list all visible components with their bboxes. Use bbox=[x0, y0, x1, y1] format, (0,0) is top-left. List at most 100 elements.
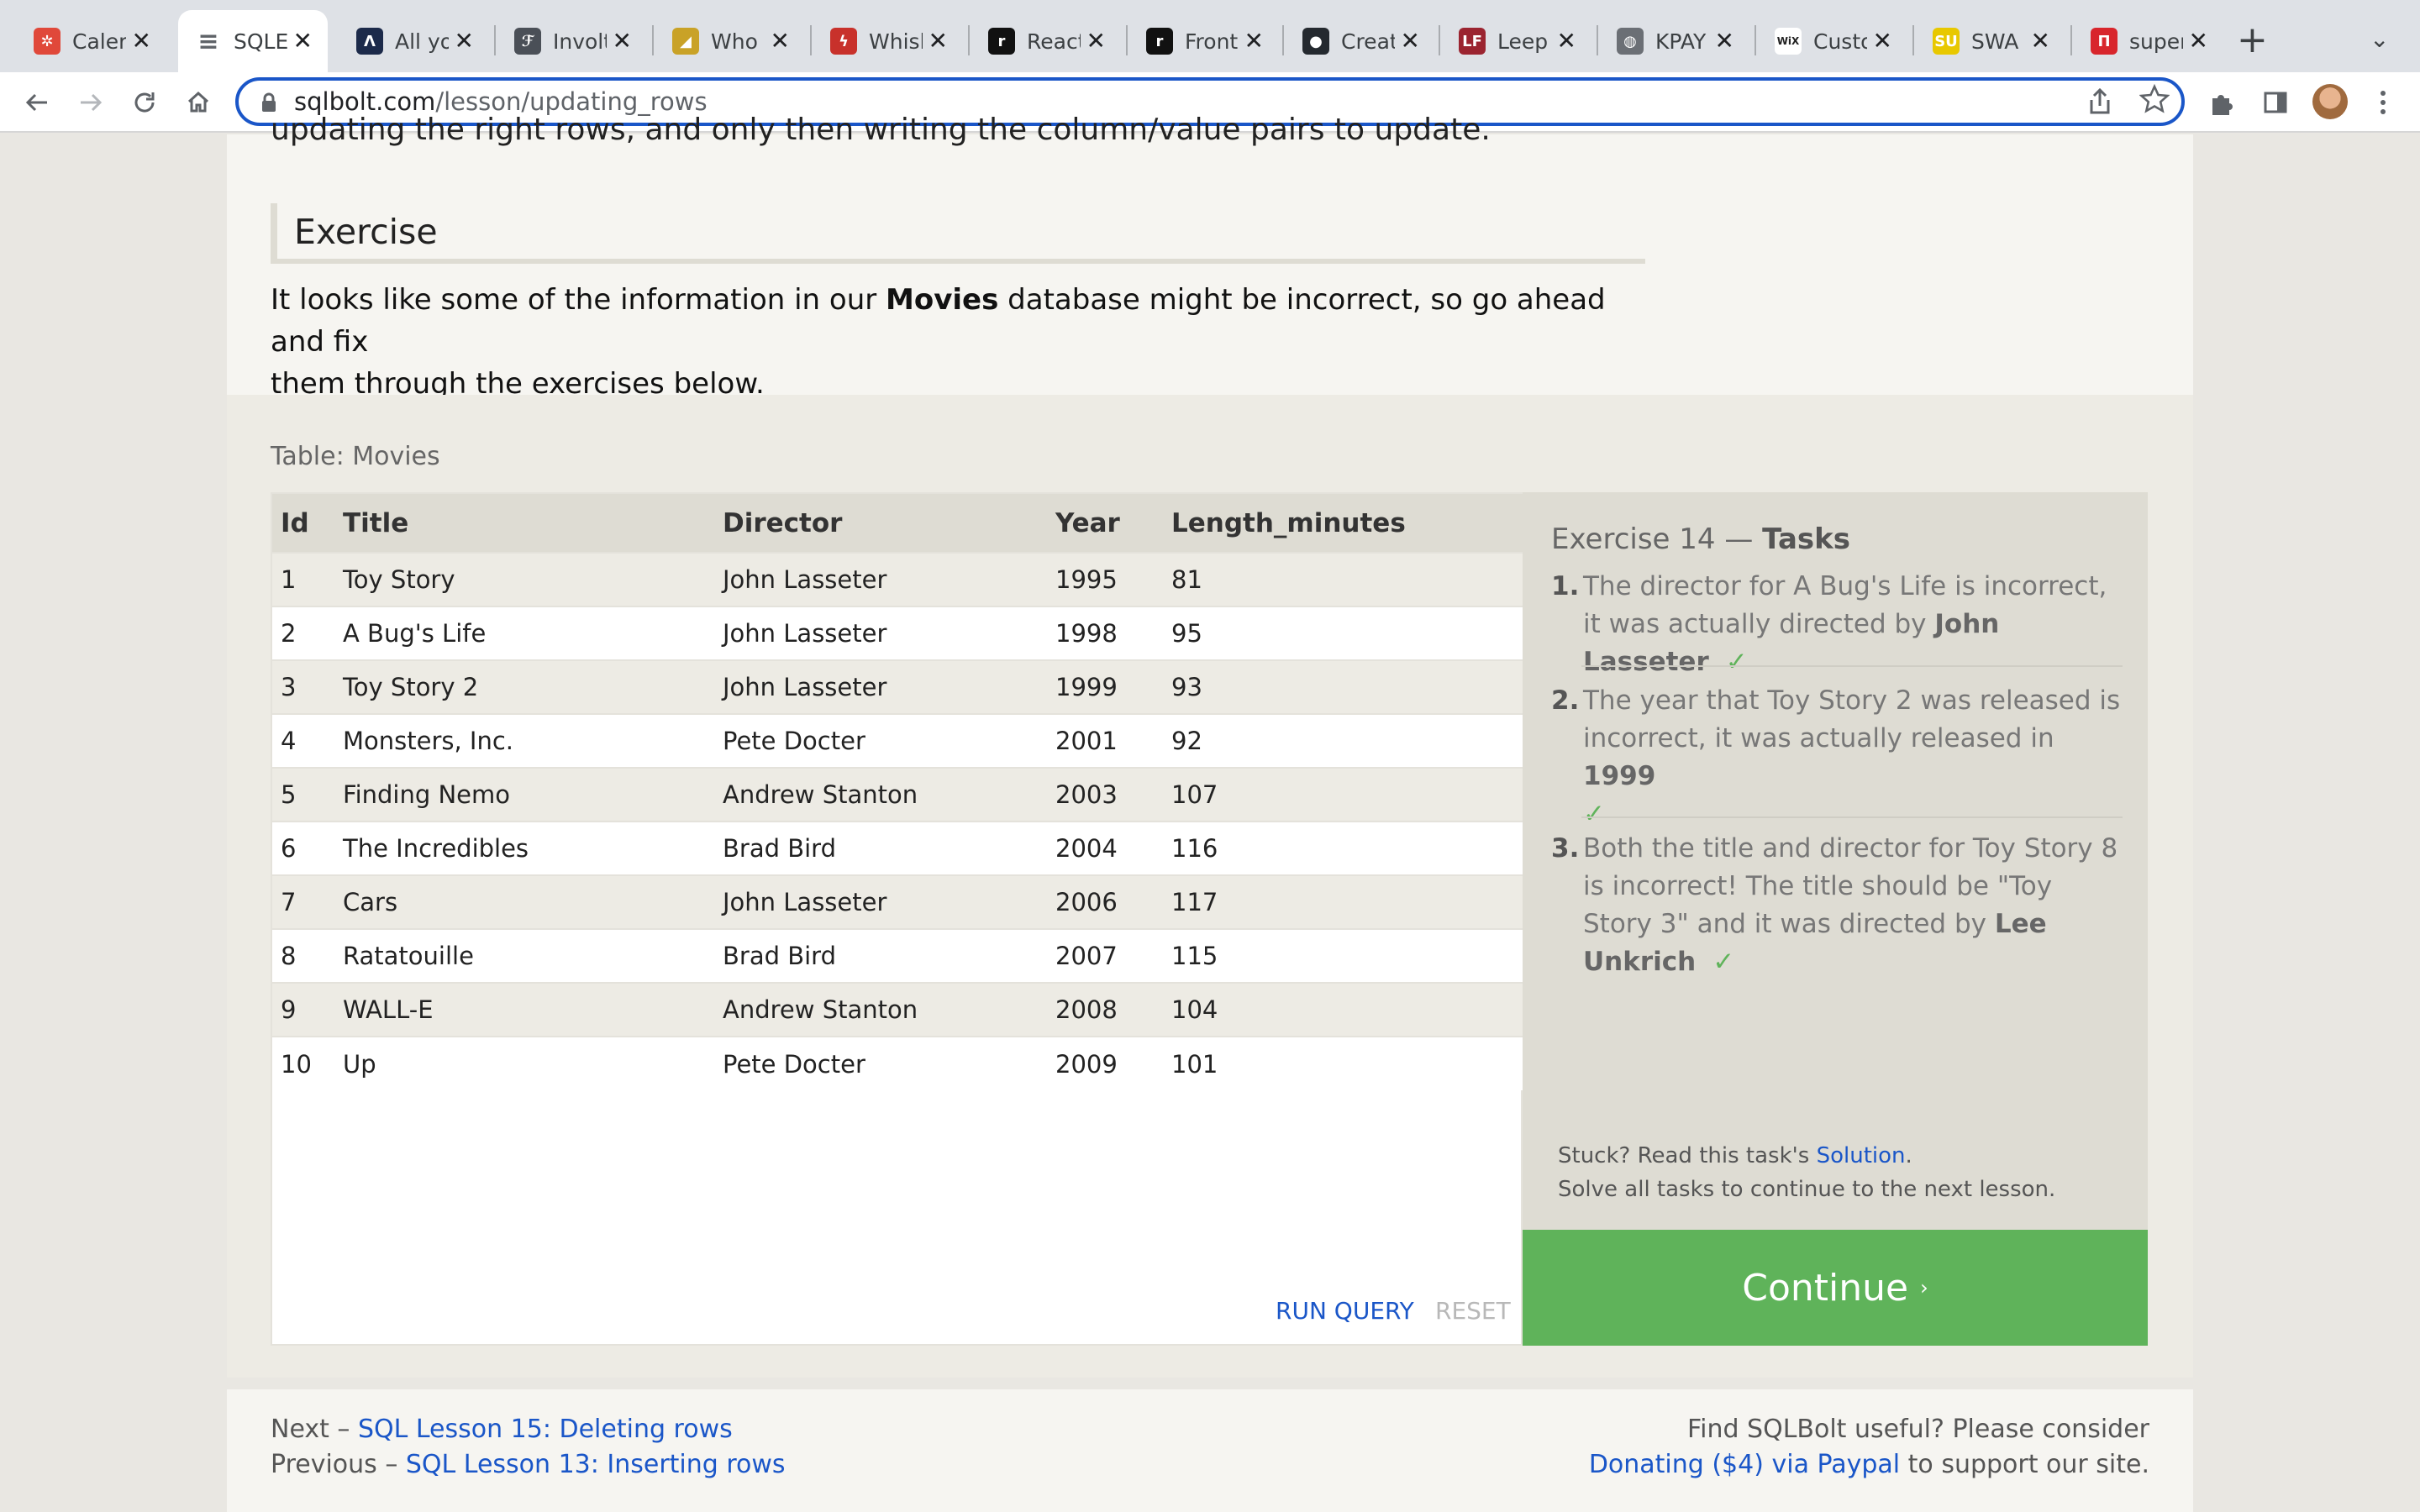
table-cell: 1995 bbox=[1055, 552, 1171, 606]
new-tab-button[interactable]: + bbox=[2237, 22, 2268, 59]
close-tab-icon[interactable]: ✕ bbox=[1244, 29, 1264, 54]
bookmark-star-icon[interactable] bbox=[2139, 83, 2170, 122]
table-cell: 2001 bbox=[1055, 713, 1171, 768]
table-cell: Toy Story bbox=[343, 552, 723, 606]
reload-icon[interactable] bbox=[128, 86, 161, 119]
browser-tab[interactable]: Λ All yo ✕ bbox=[339, 10, 489, 72]
swa-icon: SU bbox=[1933, 28, 1960, 55]
lesson-text-partial: updating the right rows, and only then w… bbox=[271, 113, 1491, 147]
table-row: 5 Finding Nemo Andrew Stanton 2003 107 bbox=[272, 767, 1523, 822]
tab-title: React bbox=[1027, 29, 1081, 54]
table-row: 9 WALL-E Andrew Stanton 2008 104 bbox=[272, 982, 1523, 1037]
task-divider bbox=[1581, 816, 2123, 818]
previous-lesson-link[interactable]: SQL Lesson 13: Inserting rows bbox=[406, 1450, 786, 1479]
lf-icon: LF bbox=[1459, 28, 1486, 55]
table-cell: 1999 bbox=[1055, 659, 1171, 714]
tab-title: Caler bbox=[72, 29, 126, 54]
table-cell: 1998 bbox=[1055, 606, 1171, 660]
tab-separator bbox=[652, 25, 654, 55]
browser-tab[interactable]: ℱ Involt ✕ bbox=[497, 10, 647, 72]
tab-strip: ✲ Caler ✕ ≡ SQLE ✕ Λ All yo ✕ ℱ Involt ✕ ◢ Who ✕ ϟ Whisl… bbox=[0, 0, 2420, 72]
browser-tab[interactable]: LF Leep ✕ bbox=[1442, 10, 1591, 72]
browser-tab[interactable]: r Front ✕ bbox=[1129, 10, 1279, 72]
exercise-intro: It looks like some of the information in… bbox=[271, 279, 1665, 405]
browser-tab[interactable]: Πsuper ✕ bbox=[2074, 10, 2223, 72]
menu-kebab-icon[interactable] bbox=[2366, 86, 2400, 119]
exercise-heading: Exercise bbox=[271, 203, 1645, 264]
tab-search-chevron-icon[interactable]: ⌄ bbox=[2370, 25, 2389, 53]
table-cell: 81 bbox=[1171, 552, 1523, 606]
table-row: 6 The Incredibles Brad Bird 2004 116 bbox=[272, 821, 1523, 875]
share-icon[interactable] bbox=[2087, 87, 2112, 123]
tab-separator bbox=[968, 25, 970, 55]
close-tab-icon[interactable]: ✕ bbox=[1557, 29, 1576, 54]
tab-title: Who bbox=[711, 29, 758, 54]
browser-tab[interactable]: ◢ Who ✕ bbox=[655, 10, 805, 72]
back-icon[interactable] bbox=[20, 86, 54, 119]
tab-separator bbox=[810, 25, 812, 55]
close-tab-icon[interactable]: ✕ bbox=[613, 29, 632, 54]
close-tab-icon[interactable]: ✕ bbox=[1715, 29, 1734, 54]
table-cell: 5 bbox=[272, 767, 343, 822]
tasks-heading: Exercise 14 — Tasks bbox=[1551, 522, 1850, 556]
donate-suffix: to support our site. bbox=[1900, 1450, 2149, 1479]
movies-table: Id Title Director Year Length_minutes 1 Toy S… bbox=[272, 494, 1523, 1090]
close-tab-icon[interactable]: ✕ bbox=[1401, 29, 1420, 54]
close-tab-icon[interactable]: ✕ bbox=[455, 29, 474, 54]
task-item-2: 2. The year that Toy Story 2 was release… bbox=[1551, 682, 2123, 833]
side-panel-icon[interactable] bbox=[2259, 86, 2292, 119]
browser-tab[interactable]: ● Creat ✕ bbox=[1286, 10, 1435, 72]
tasks-heading-em: Tasks bbox=[1762, 522, 1851, 556]
table-cell: 2 bbox=[272, 606, 343, 660]
column-header: Length_minutes bbox=[1171, 494, 1523, 553]
extensions-puzzle-icon[interactable] bbox=[2205, 86, 2238, 119]
browser-tab[interactable]: WiX Custo ✕ bbox=[1758, 10, 1907, 72]
task-number: 1. bbox=[1551, 571, 1580, 601]
close-tab-icon[interactable]: ✕ bbox=[293, 29, 313, 54]
table-cell: WALL-E bbox=[343, 982, 723, 1037]
next-lesson-link[interactable]: SQL Lesson 15: Deleting rows bbox=[358, 1415, 733, 1444]
browser-tab[interactable]: ◍ KPAY ✕ bbox=[1600, 10, 1749, 72]
table-cell: Brad Bird bbox=[723, 928, 1055, 983]
stuck-help: Stuck? Read this task's Solution. Solve a… bbox=[1558, 1139, 2055, 1206]
run-query-button[interactable]: RUN QUERY bbox=[1276, 1297, 1414, 1325]
forward-icon[interactable] bbox=[74, 86, 108, 119]
browser-tab[interactable]: SU SWA ✕ bbox=[1916, 10, 2065, 72]
prev-prefix: Previous – bbox=[271, 1450, 406, 1479]
solution-link[interactable]: Solution bbox=[1817, 1143, 1906, 1168]
task-text: The director for A Bug's Life is incorre… bbox=[1583, 571, 2107, 639]
table-cell: Toy Story 2 bbox=[343, 659, 723, 714]
horn-icon: ◢ bbox=[672, 28, 699, 55]
donate-link[interactable]: Donating ($4) via Paypal bbox=[1589, 1450, 1900, 1479]
close-tab-icon[interactable]: ✕ bbox=[1873, 29, 1892, 54]
profile-avatar[interactable] bbox=[2312, 84, 2348, 119]
tab-separator bbox=[1282, 25, 1284, 55]
wix-icon: WiX bbox=[1775, 28, 1802, 55]
continue-button[interactable]: Continue › bbox=[1523, 1230, 2148, 1346]
tab-title: All yo bbox=[395, 29, 449, 54]
reset-button[interactable]: RESET bbox=[1435, 1297, 1511, 1325]
close-tab-icon[interactable]: ✕ bbox=[2189, 29, 2208, 54]
close-tab-icon[interactable]: ✕ bbox=[2031, 29, 2050, 54]
close-tab-icon[interactable]: ✕ bbox=[1086, 29, 1106, 54]
table-cell: John Lasseter bbox=[723, 606, 1055, 660]
browser-tab[interactable]: ✲ Caler ✕ bbox=[17, 10, 166, 72]
table-cell: Brad Bird bbox=[723, 821, 1055, 875]
close-tab-icon[interactable]: ✕ bbox=[929, 29, 948, 54]
continue-label: Continue bbox=[1742, 1266, 1909, 1310]
table-row: 7 Cars John Lasseter 2006 117 bbox=[272, 874, 1523, 929]
table-row: 3 Toy Story 2 John Lasseter 1999 93 bbox=[272, 659, 1523, 714]
tab-title: Involt bbox=[553, 29, 607, 54]
browser-tab[interactable]: ϟ Whisl ✕ bbox=[813, 10, 963, 72]
browser-tab[interactable]: r React ✕ bbox=[971, 10, 1121, 72]
table-row: 2A Bug's Life John Lasseter 1998 95 bbox=[272, 606, 1523, 660]
close-tab-icon[interactable]: ✕ bbox=[132, 29, 151, 54]
browser-tab[interactable]: ≡ SQLE ✕ bbox=[178, 10, 328, 72]
table-row: 8 Ratatouille Brad Bird 2007 115 bbox=[272, 928, 1523, 983]
checkmark-icon: ✓ bbox=[1712, 947, 1735, 977]
home-icon[interactable] bbox=[182, 86, 215, 119]
r-icon: r bbox=[988, 28, 1015, 55]
tab-title: Leep bbox=[1497, 29, 1549, 54]
close-tab-icon[interactable]: ✕ bbox=[771, 29, 790, 54]
column-header: Year bbox=[1055, 494, 1171, 553]
